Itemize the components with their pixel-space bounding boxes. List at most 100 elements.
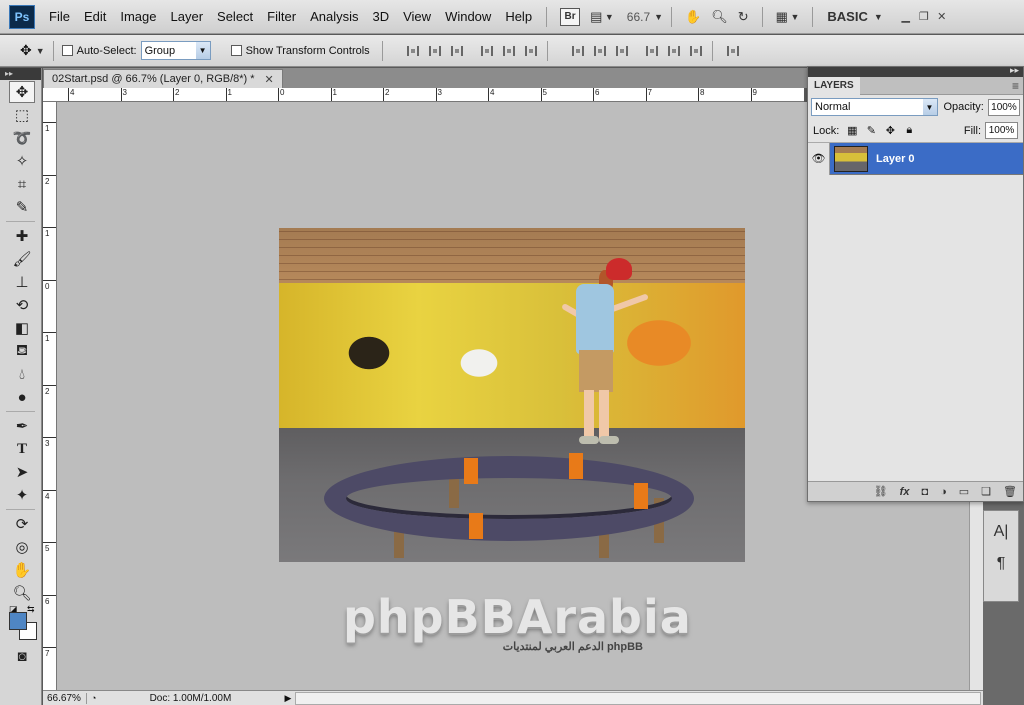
menu-edit[interactable]: Edit xyxy=(84,9,106,24)
toolbox-collapse-icon[interactable]: ▸▸ xyxy=(0,68,41,80)
horizontal-scrollbar[interactable] xyxy=(295,691,981,705)
vertical-ruler[interactable]: 121012345678 xyxy=(43,102,57,690)
new-layer-icon[interactable]: ❏ xyxy=(981,485,991,498)
menu-file[interactable]: File xyxy=(49,9,70,24)
distribute-vcenter-icon[interactable] xyxy=(592,43,608,59)
menu-3d[interactable]: 3D xyxy=(372,9,389,24)
type-tool[interactable]: T xyxy=(9,438,35,460)
3d-orbit-tool[interactable]: ◎ xyxy=(9,536,35,558)
eraser-tool[interactable]: ◧ xyxy=(9,317,35,339)
workspace-switcher[interactable]: BASIC xyxy=(827,9,867,24)
layer-row[interactable]: 👁︎ Layer 0 xyxy=(808,142,1023,175)
adjustment-layer-icon[interactable]: ◑ xyxy=(940,486,947,498)
arrange-documents-button[interactable]: ▦ ▼ xyxy=(771,6,805,28)
lock-all-icon[interactable]: 🔒︎ xyxy=(903,124,915,137)
opacity-input[interactable]: 100% xyxy=(987,98,1020,116)
close-icon[interactable]: ✕ xyxy=(933,10,951,23)
zoom-tool-button[interactable]: 🔍︎ xyxy=(706,6,733,28)
healing-brush-tool[interactable]: ✚ xyxy=(9,225,35,247)
rotate-view-button[interactable]: ↻ xyxy=(733,6,754,28)
paint-bucket-tool[interactable]: ⛾ xyxy=(9,340,35,362)
path-select-tool[interactable]: ➤ xyxy=(9,461,35,483)
status-zoom-field[interactable]: 66.67% xyxy=(43,692,87,704)
quick-select-tool[interactable]: ✧ xyxy=(9,150,35,172)
show-transform-checkbox[interactable]: Show Transform Controls xyxy=(230,45,370,57)
auto-select-dropdown[interactable]: Group ▼ xyxy=(140,41,211,60)
document-tab[interactable]: 02Start.psd @ 66.7% (Layer 0, RGB/8*) * … xyxy=(43,69,283,88)
horizontal-ruler[interactable]: 4 3 2 1 0 1 2 3 4 5 6 7 8 9 xyxy=(56,88,804,102)
chevron-down-icon[interactable]: ▼ xyxy=(874,12,883,22)
checkbox-box[interactable] xyxy=(61,45,73,56)
trash-icon[interactable]: 🗑︎ xyxy=(1003,485,1017,498)
add-mask-icon[interactable]: ◘ xyxy=(921,486,928,498)
menu-analysis[interactable]: Analysis xyxy=(310,9,358,24)
eyedropper-tool[interactable]: ✎ xyxy=(9,196,35,218)
panel-menu-icon[interactable]: ≡ xyxy=(1012,79,1019,93)
distribute-left-icon[interactable] xyxy=(644,43,660,59)
tool-preset-picker[interactable]: ✥ ▼ xyxy=(20,42,45,59)
dodge-tool[interactable]: ● xyxy=(9,386,35,408)
clone-stamp-tool[interactable]: ⊥ xyxy=(9,271,35,293)
menu-image[interactable]: Image xyxy=(120,9,156,24)
bridge-button[interactable]: Br xyxy=(555,6,585,28)
lock-position-icon[interactable]: ✥ xyxy=(884,125,896,137)
minimize-icon[interactable]: ▁ xyxy=(897,10,915,23)
lasso-tool[interactable]: ➰ xyxy=(9,127,35,149)
move-tool[interactable]: ✥ xyxy=(9,81,35,103)
menu-help[interactable]: Help xyxy=(505,9,532,24)
auto-select-checkbox[interactable]: Auto-Select: xyxy=(61,45,137,57)
marquee-tool[interactable]: ⬚ xyxy=(9,104,35,126)
eye-icon[interactable]: 👁︎ xyxy=(808,142,830,175)
distribute-top-icon[interactable] xyxy=(570,43,586,59)
chevron-down-icon[interactable]: ▼ xyxy=(654,12,663,22)
quick-mask-button[interactable]: ◙ xyxy=(9,645,35,667)
paragraph-panel-icon[interactable]: ¶ xyxy=(997,555,1006,573)
zoom-tool[interactable]: 🔍︎ xyxy=(9,582,35,604)
align-top-icon[interactable] xyxy=(405,43,421,59)
ruler-origin[interactable] xyxy=(43,88,57,102)
fill-input[interactable]: 100% xyxy=(985,122,1018,139)
tab-layers[interactable]: LAYERS xyxy=(808,77,860,95)
brush-tool[interactable]: 🖌︎ xyxy=(9,248,35,270)
close-icon[interactable]: ✕ xyxy=(265,73,274,86)
crop-tool[interactable]: ⌗ xyxy=(9,173,35,195)
zoom-level[interactable]: 66.7 xyxy=(627,10,650,24)
align-vcenter-icon[interactable] xyxy=(427,43,443,59)
align-right-icon[interactable] xyxy=(523,43,539,59)
shape-tool[interactable]: ✦ xyxy=(9,484,35,506)
photoshop-logo[interactable]: Ps xyxy=(9,4,35,29)
align-left-icon[interactable] xyxy=(479,43,495,59)
menu-view[interactable]: View xyxy=(403,9,431,24)
menu-window[interactable]: Window xyxy=(445,9,491,24)
swap-colors-icon[interactable]: ⇆ xyxy=(27,604,35,615)
align-hcenter-icon[interactable] xyxy=(501,43,517,59)
status-info-icon[interactable]: ◔ xyxy=(91,693,96,703)
mini-bridge-button[interactable]: ▤ ▼ xyxy=(585,6,619,28)
document-image[interactable] xyxy=(279,228,745,562)
blend-mode-dropdown[interactable]: Normal ▼ xyxy=(811,98,938,116)
distribute-right-icon[interactable] xyxy=(688,43,704,59)
character-panel-icon[interactable]: A| xyxy=(994,523,1009,541)
foreground-color-swatch[interactable] xyxy=(9,612,27,630)
collapse-icon[interactable]: ▸▸ xyxy=(1010,65,1019,76)
history-brush-tool[interactable]: ⟲ xyxy=(9,294,35,316)
distribute-bottom-icon[interactable] xyxy=(614,43,630,59)
menu-filter[interactable]: Filter xyxy=(267,9,296,24)
pen-tool[interactable]: ✒ xyxy=(9,415,35,437)
panel-header[interactable]: ▸▸ xyxy=(808,65,1023,77)
distribute-hcenter-icon[interactable] xyxy=(666,43,682,59)
3d-rotate-tool[interactable]: ⟳ xyxy=(9,513,35,535)
status-menu-arrow-icon[interactable]: ▶ xyxy=(284,693,291,704)
new-group-icon[interactable]: ▭ xyxy=(959,485,969,498)
lock-pixels-icon[interactable]: ✎ xyxy=(865,125,877,137)
auto-align-icon[interactable] xyxy=(725,43,741,59)
hand-tool-button[interactable]: ✋ xyxy=(680,6,706,28)
checkbox-box[interactable] xyxy=(230,45,242,56)
align-bottom-icon[interactable] xyxy=(449,43,465,59)
layer-style-icon[interactable]: fx xyxy=(900,486,910,498)
blur-tool[interactable]: 💧︎ xyxy=(9,363,35,385)
menu-layer[interactable]: Layer xyxy=(171,9,204,24)
menu-select[interactable]: Select xyxy=(217,9,253,24)
link-layers-icon[interactable]: ⛓ xyxy=(874,485,888,498)
restore-icon[interactable]: ❐ xyxy=(915,10,933,23)
